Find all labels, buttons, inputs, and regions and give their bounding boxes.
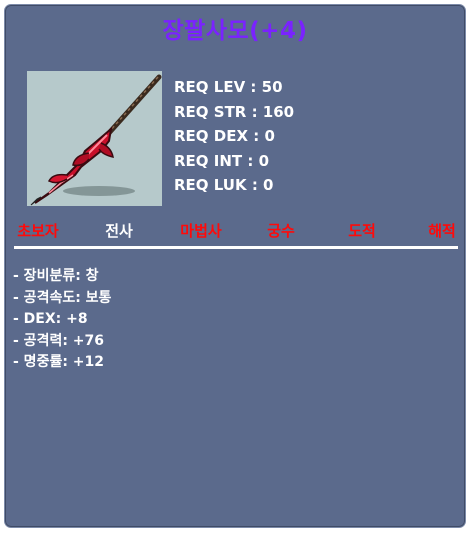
req-dex: REQ DEX : 0 [174,127,275,145]
item-icon-frame [27,71,162,206]
item-title: 장팔사모(+4) [162,18,308,44]
stat-dex: - DEX: +8 [13,311,88,327]
stat-equip-type: - 장비분류: 창 [13,268,99,284]
stat-accuracy: - 명중률: +12 [13,354,105,370]
job-beginner: 초보자 [17,222,59,240]
job-warrior: 전사 [105,222,133,240]
req-int: REQ INT : 0 [174,151,270,170]
section-divider [14,246,458,249]
req-luk: REQ LUK : 0 [174,176,274,194]
red-spear-icon [30,74,162,206]
req-str: REQ STR : 160 [174,102,295,121]
job-thief: 도적 [348,222,376,240]
job-archer: 궁수 [267,222,295,240]
job-magician: 마법사 [180,222,222,240]
job-list: 초보자 전사 마법사 궁수 도적 해적 [5,220,467,242]
requirements-list: REQ LEV : 50 REQ STR : 160 REQ DEX : 0 R… [174,75,294,198]
stats-list: - 장비분류: 창 - 공격속도: 보통 - DEX: +8 - 공격력: +7… [13,266,111,374]
stat-attack-speed: - 공격속도: 보통 [13,289,112,306]
req-level: REQ LEV : 50 [174,78,283,96]
stat-attack: - 공격력: +76 [13,332,105,349]
job-pirate: 해적 [428,222,456,240]
item-tooltip: 장팔사모(+4) REQ LEV : 50 REQ STR : 160 REQ … [4,4,466,528]
